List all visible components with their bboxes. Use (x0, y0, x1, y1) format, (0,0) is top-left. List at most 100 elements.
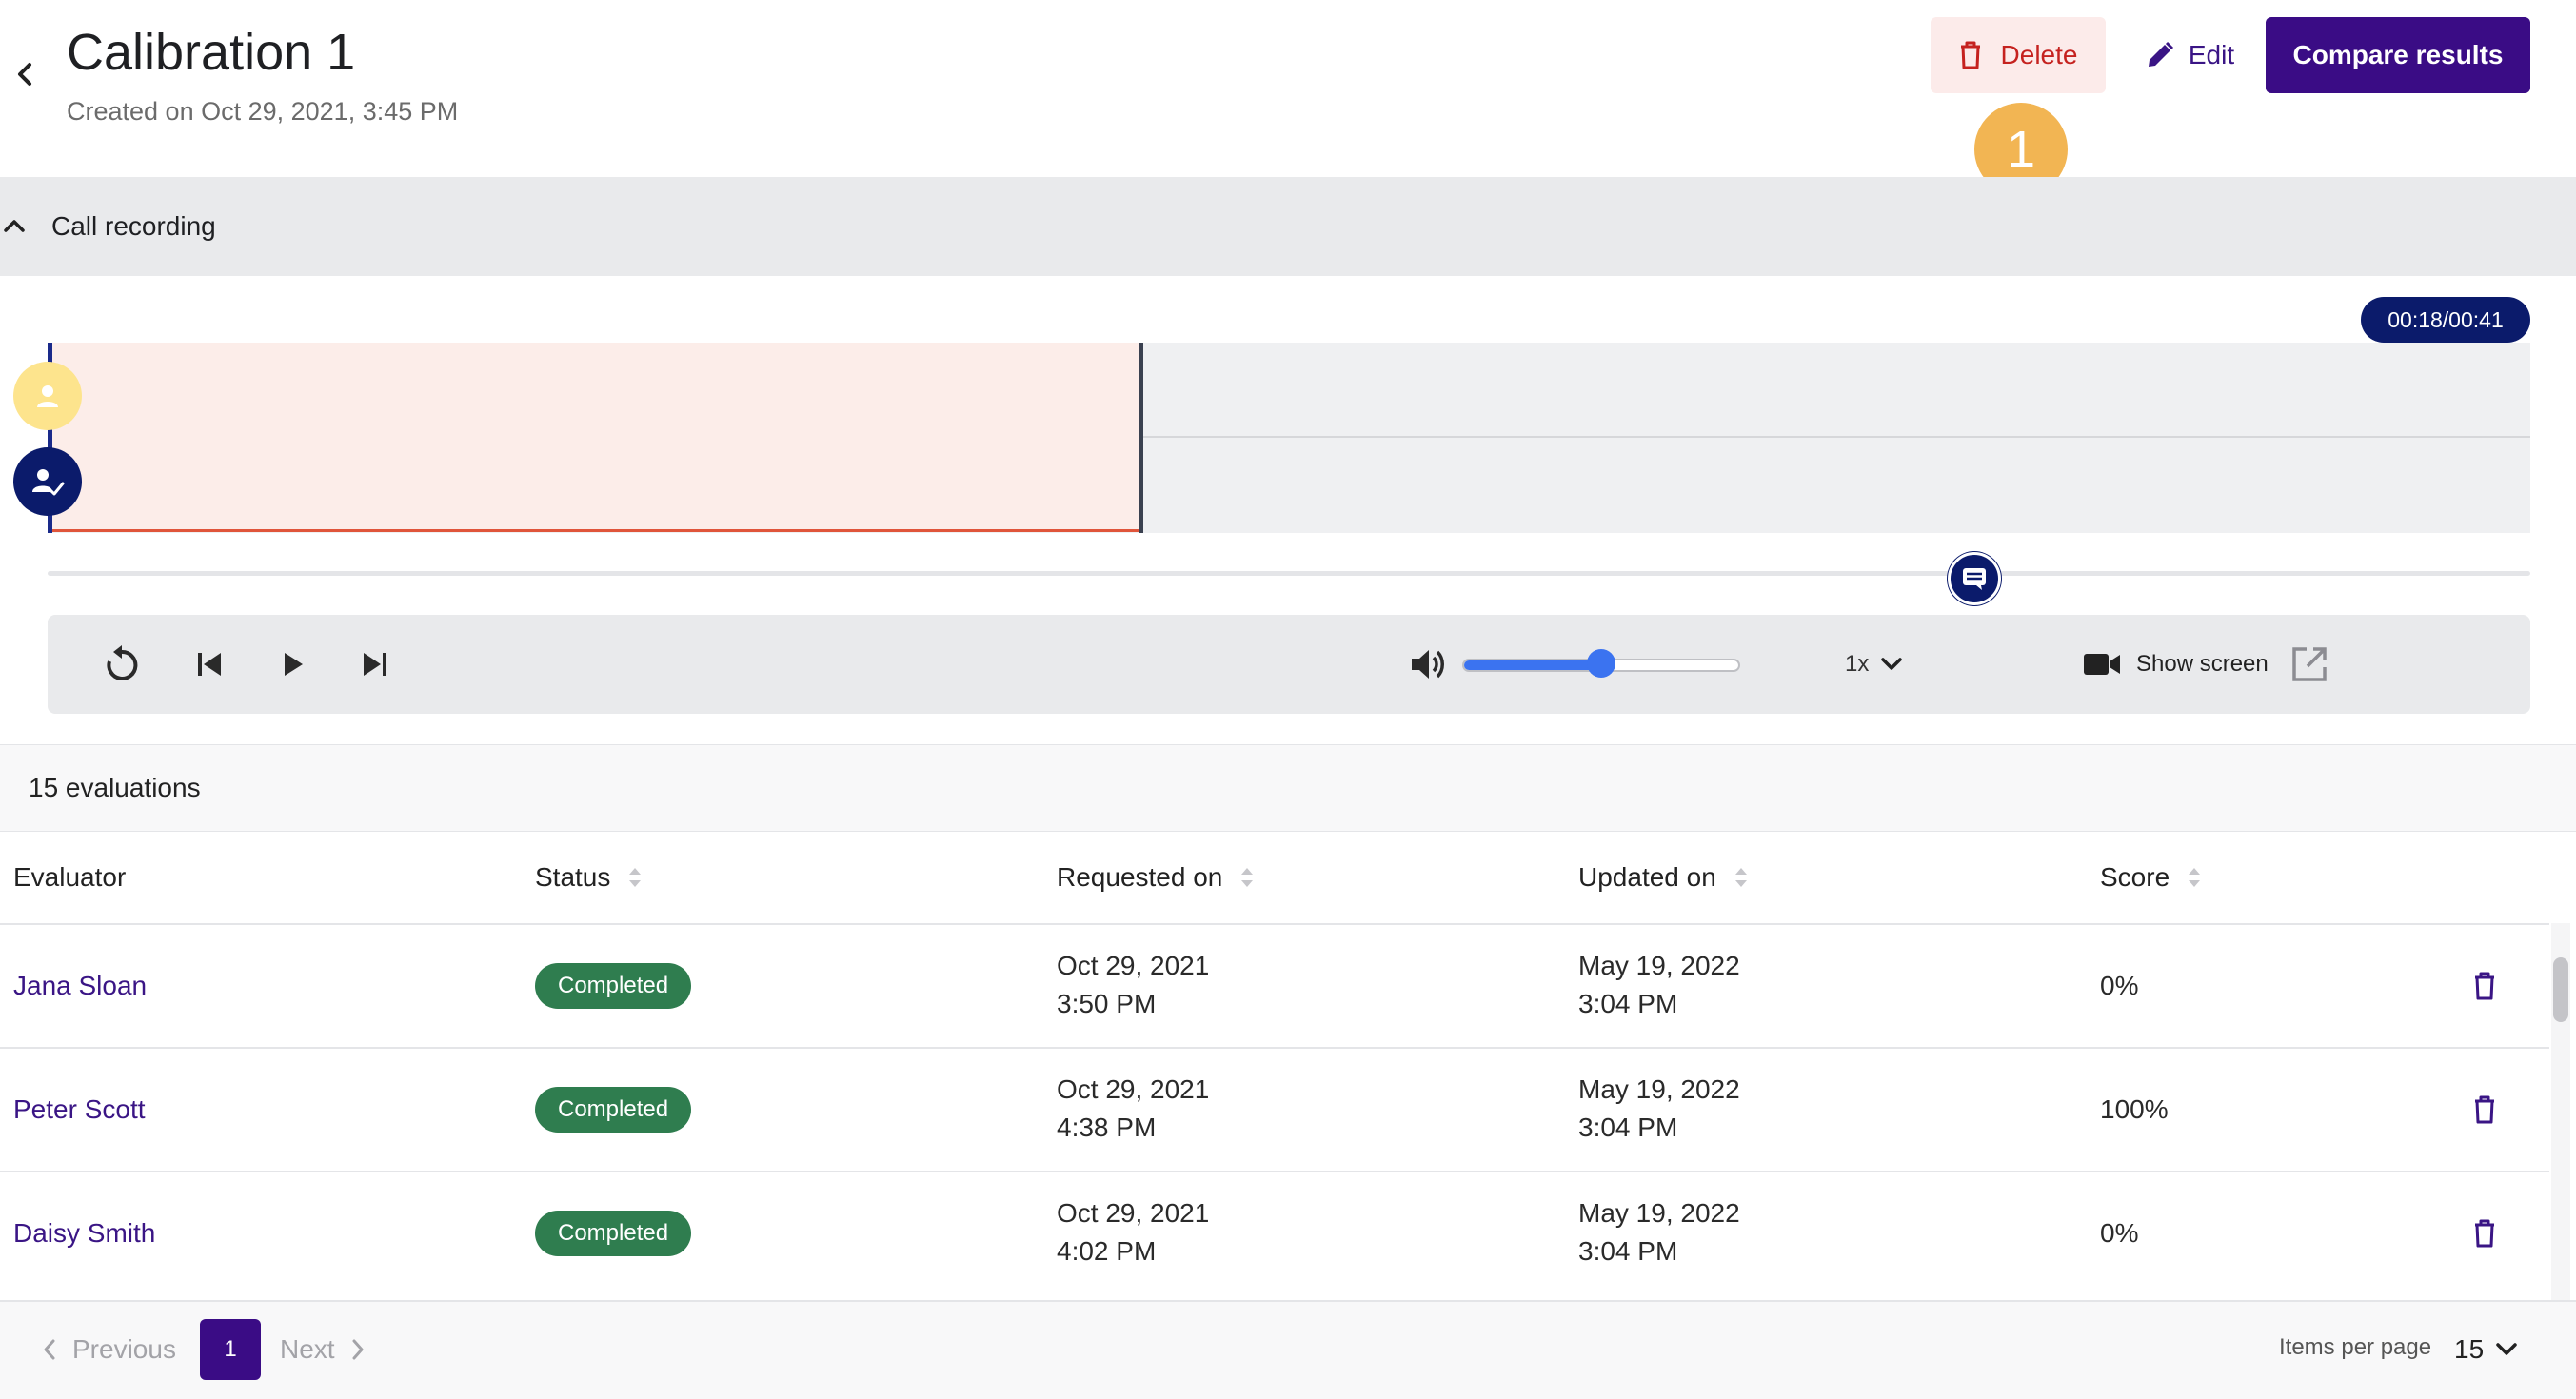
person-icon (37, 385, 58, 407)
requested-date: Oct 29, 2021 (1057, 1198, 1210, 1228)
chevron-down-icon (2496, 1343, 2517, 1355)
status-badge: Completed (535, 963, 692, 1009)
playback-speed-value: 1x (1845, 651, 1870, 677)
track-divider (1043, 436, 2530, 438)
play-button[interactable] (270, 641, 316, 687)
play-icon (285, 653, 303, 676)
pagination-bar (0, 1300, 2576, 1399)
skip-next-icon (364, 653, 386, 676)
delete-button-label: Delete (2000, 40, 2078, 69)
call-recording-section-header[interactable] (0, 177, 2576, 276)
edit-button-label: Edit (2188, 40, 2235, 69)
scrollbar-thumb[interactable] (2553, 957, 2568, 1022)
external-link-icon (2292, 647, 2327, 681)
column-header-requested-on[interactable]: Requested on (1057, 862, 1255, 893)
previous-page-button[interactable]: Previous (42, 1330, 176, 1369)
skip-back-button[interactable] (187, 641, 232, 687)
section-title: Call recording (51, 211, 216, 241)
row-divider (0, 1171, 2549, 1172)
chevron-left-icon (44, 1339, 55, 1360)
skip-previous-icon (198, 653, 221, 676)
delete-button[interactable]: Delete (1931, 17, 2106, 93)
items-per-page-value: 15 (2454, 1334, 2485, 1364)
evaluations-header (0, 744, 2576, 832)
updated-time: 3:04 PM (1578, 1236, 1678, 1266)
chevron-up-icon[interactable] (0, 211, 29, 240)
page-subtitle: Created on Oct 29, 2021, 3:45 PM (67, 97, 459, 126)
next-page-label: Next (280, 1334, 335, 1364)
evaluator-link[interactable]: Jana Sloan (13, 967, 147, 1005)
updated-date: May 19, 2022 (1578, 951, 1740, 980)
replay-button[interactable] (99, 641, 145, 687)
column-header-evaluator: Evaluator (13, 862, 127, 892)
customer-avatar (13, 362, 82, 430)
score: 100% (2100, 1094, 2169, 1124)
chevron-right-icon (352, 1339, 364, 1360)
score: 0% (2100, 1218, 2139, 1248)
played-line (50, 529, 1141, 532)
volume-icon (1412, 650, 1444, 679)
status-badge: Completed (535, 1211, 692, 1256)
column-header-score[interactable]: Score (2100, 862, 2202, 893)
updated-date: May 19, 2022 (1578, 1198, 1740, 1228)
delete-row-button[interactable] (2464, 1212, 2506, 1254)
playhead[interactable] (1139, 343, 1143, 533)
trash-icon (2475, 1219, 2494, 1248)
back-button[interactable] (8, 55, 42, 93)
requested-date: Oct 29, 2021 (1057, 1074, 1210, 1104)
sort-icon[interactable] (2187, 865, 2202, 890)
trash-icon (1960, 41, 1980, 69)
evaluations-count: 15 evaluations (29, 773, 201, 802)
open-in-new-window-button[interactable] (2289, 643, 2330, 685)
volume-knob[interactable] (1587, 649, 1615, 678)
previous-page-label: Previous (72, 1334, 176, 1364)
volume-button[interactable] (1405, 641, 1451, 687)
evaluator-link[interactable]: Daisy Smith (13, 1214, 155, 1252)
playback-speed-select[interactable]: 1x (1845, 643, 1921, 685)
trash-icon (2475, 972, 2494, 1000)
video-camera-icon (2084, 654, 2120, 675)
requested-time: 3:50 PM (1057, 989, 1157, 1018)
items-per-page-label: Items per page (2279, 1334, 2432, 1360)
updated-time: 3:04 PM (1578, 989, 1678, 1018)
table-header-divider (0, 923, 2549, 925)
played-region (50, 343, 1141, 531)
next-page-button[interactable]: Next (280, 1330, 366, 1369)
sort-icon[interactable] (1734, 865, 1749, 890)
comment-marker[interactable] (1948, 552, 2001, 605)
comment-icon (1963, 568, 1986, 590)
sort-icon[interactable] (627, 865, 643, 890)
timeline-track[interactable] (48, 571, 2530, 576)
score: 0% (2100, 971, 2139, 1000)
column-header-updated-on[interactable]: Updated on (1578, 862, 1749, 893)
person-check-icon (32, 469, 65, 496)
requested-date: Oct 29, 2021 (1057, 951, 1210, 980)
replay-icon (107, 645, 138, 680)
items-per-page-select[interactable]: 15 (2454, 1329, 2518, 1370)
requested-time: 4:38 PM (1057, 1113, 1157, 1142)
trash-icon (2475, 1095, 2494, 1124)
edit-button[interactable]: Edit (2127, 17, 2252, 93)
updated-time: 3:04 PM (1578, 1113, 1678, 1142)
pencil-icon (2148, 41, 2173, 67)
requested-time: 4:02 PM (1057, 1236, 1157, 1266)
delete-row-button[interactable] (2464, 1089, 2506, 1131)
time-display: 00:18/00:41 (2361, 297, 2530, 343)
row-divider (0, 1047, 2549, 1049)
chevron-left-icon (18, 63, 31, 86)
chevron-down-icon (1881, 658, 1903, 670)
sort-icon[interactable] (1239, 865, 1255, 890)
updated-date: May 19, 2022 (1578, 1074, 1740, 1104)
compare-results-button[interactable]: Compare results (2266, 17, 2530, 93)
evaluator-link[interactable]: Peter Scott (13, 1091, 146, 1129)
agent-avatar (13, 447, 82, 516)
column-header-status[interactable]: Status (535, 862, 643, 893)
delete-row-button[interactable] (2464, 965, 2506, 1007)
skip-forward-button[interactable] (352, 641, 398, 687)
show-screen-label: Show screen (2136, 651, 2269, 677)
page-title: Calibration 1 (67, 24, 356, 81)
page-button-current[interactable]: 1 (200, 1319, 261, 1380)
status-badge: Completed (535, 1087, 692, 1133)
show-screen-button[interactable]: Show screen (2083, 643, 2269, 685)
volume-level (1464, 660, 1601, 670)
